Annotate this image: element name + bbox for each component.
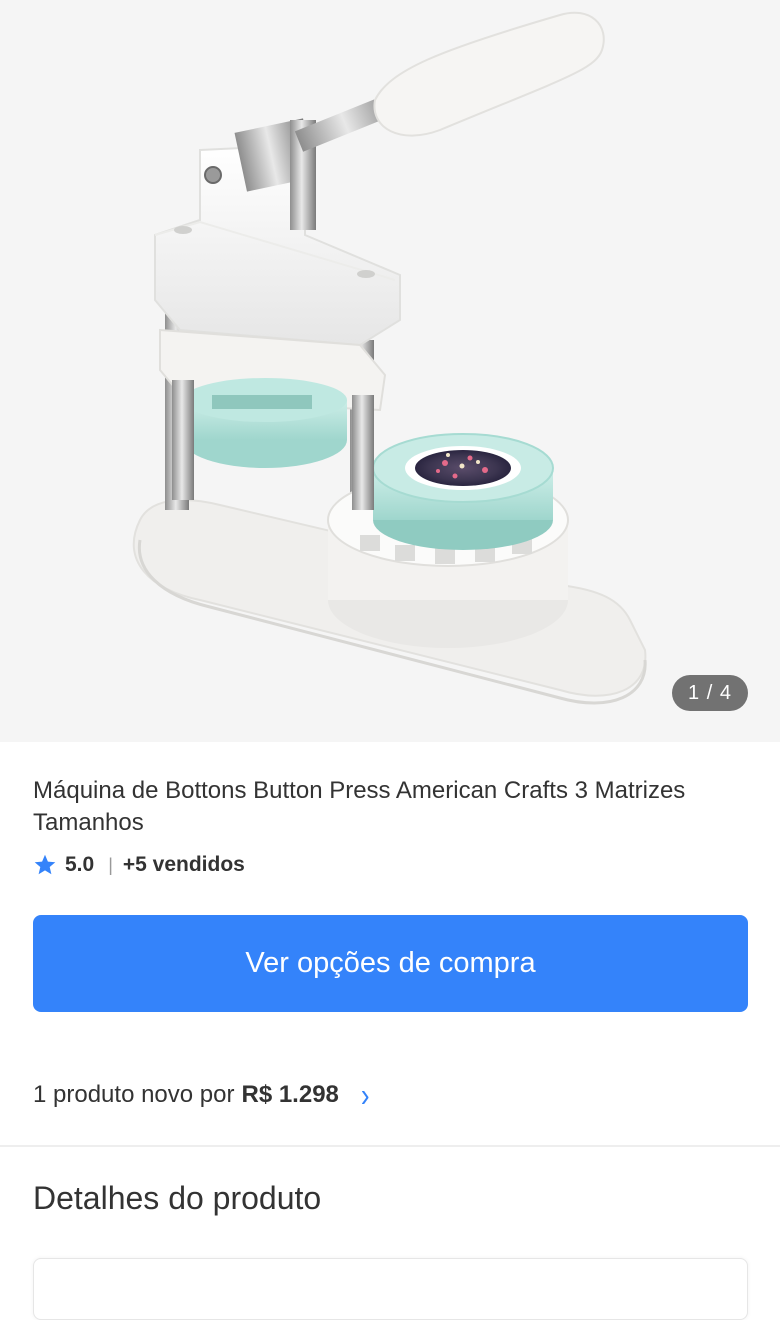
image-page-indicator: 1 / 4 bbox=[672, 675, 748, 711]
product-image-gallery[interactable]: 1 / 4 bbox=[0, 0, 780, 742]
star-icon bbox=[34, 854, 56, 875]
section-divider bbox=[0, 1145, 780, 1147]
product-title-line-1: Máquina de Bottons Button Press American… bbox=[33, 777, 686, 804]
see-purchase-options-button[interactable]: Ver opções de compra bbox=[33, 915, 748, 1012]
product-title-line-2: Tamanhos bbox=[33, 809, 144, 836]
chevron-right-icon: › bbox=[360, 1074, 370, 1114]
offer-text: 1 produto novo por bbox=[33, 1081, 235, 1108]
button-press-machine-image bbox=[132, 11, 647, 705]
product-details-heading: Detalhes do produto bbox=[33, 1180, 322, 1216]
product-details-card bbox=[33, 1258, 748, 1320]
sold-count: +5 vendidos bbox=[122, 853, 245, 876]
rating-separator: | bbox=[108, 854, 113, 875]
offer-price: R$ 1.298 bbox=[241, 1081, 339, 1108]
rating-summary[interactable]: 5.0 | +5 vendidos bbox=[33, 850, 245, 880]
rating-value: 5.0 bbox=[65, 853, 95, 876]
new-product-offer-link[interactable]: 1 produto novo por R$ 1.298 › bbox=[33, 1075, 370, 1115]
product-title: Máquina de Bottons Button Press American… bbox=[33, 775, 780, 839]
